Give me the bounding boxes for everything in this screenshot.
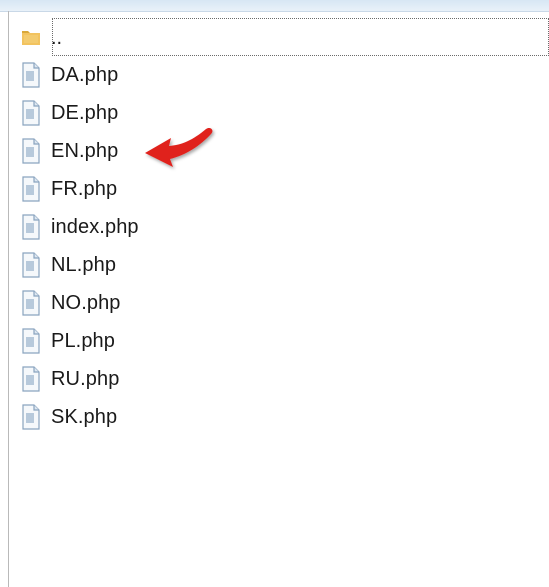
file-label: DE.php — [51, 102, 119, 124]
file-item-da[interactable]: DA.php — [18, 56, 139, 94]
parent-directory-label: .. — [51, 27, 63, 49]
file-label: index.php — [51, 216, 139, 238]
file-label: NL.php — [51, 254, 117, 276]
file-list-pane: .. DA.php DE.php EN.php FR.php index.php… — [0, 0, 549, 587]
file-item-no[interactable]: NO.php — [18, 284, 139, 322]
file-list: .. DA.php DE.php EN.php FR.php index.php… — [18, 18, 549, 436]
file-label: EN.php — [51, 140, 119, 162]
php-file-icon — [18, 364, 44, 394]
pane-header-strip — [0, 0, 549, 12]
file-item-ru[interactable]: RU.php — [18, 360, 139, 398]
php-file-icon — [18, 288, 44, 318]
folder-icon — [18, 22, 44, 52]
file-item-index[interactable]: index.php — [18, 208, 139, 246]
file-label: NO.php — [51, 292, 121, 314]
php-file-icon — [18, 212, 44, 242]
file-label: FR.php — [51, 178, 118, 200]
file-label: DA.php — [51, 64, 119, 86]
red-arrow-icon — [145, 127, 213, 167]
php-file-icon — [18, 136, 44, 166]
file-item-pl[interactable]: PL.php — [18, 322, 139, 360]
file-label: PL.php — [51, 330, 115, 352]
php-file-icon — [18, 326, 44, 356]
file-item-de[interactable]: DE.php — [18, 94, 139, 132]
php-file-icon — [18, 60, 44, 90]
focus-rectangle — [52, 18, 549, 56]
file-item-en[interactable]: EN.php — [18, 132, 139, 170]
file-label: RU.php — [51, 368, 120, 390]
parent-directory-item[interactable]: .. — [18, 18, 549, 56]
file-label: SK.php — [51, 406, 118, 428]
php-file-icon — [18, 402, 44, 432]
php-file-icon — [18, 98, 44, 128]
file-item-nl[interactable]: NL.php — [18, 246, 139, 284]
php-file-icon — [18, 174, 44, 204]
file-item-sk[interactable]: SK.php — [18, 398, 139, 436]
pane-left-border — [8, 11, 9, 587]
php-file-icon — [18, 250, 44, 280]
file-item-fr[interactable]: FR.php — [18, 170, 139, 208]
